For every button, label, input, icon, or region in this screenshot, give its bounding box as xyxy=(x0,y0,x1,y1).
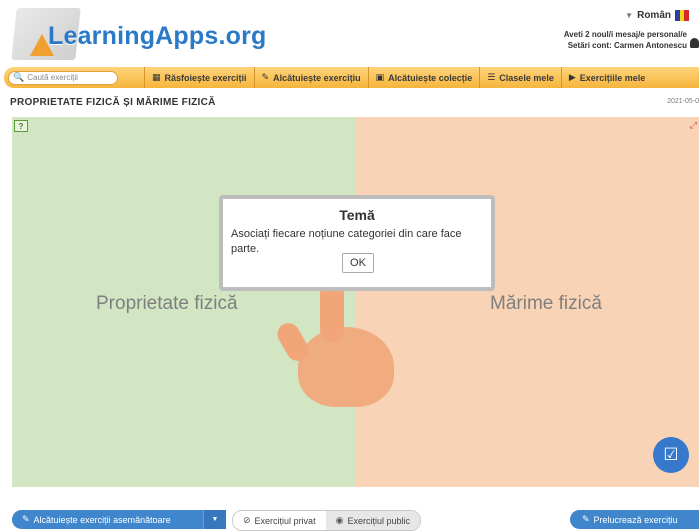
messages-link[interactable]: Aveti 2 noul/i mesaj/e personal/e xyxy=(564,29,687,40)
account-info: Aveti 2 noul/i mesaj/e personal/e Setări… xyxy=(564,29,687,51)
search-icon: 🔍 xyxy=(13,72,25,82)
chevron-down-icon: ▼ xyxy=(625,11,634,20)
account-settings-link[interactable]: Setări cont: Carmen Antonescu xyxy=(564,40,687,51)
pencil-icon: ✎ xyxy=(261,72,270,82)
eye-slash-icon: ⊘ xyxy=(243,515,251,525)
flag-icon xyxy=(675,10,690,21)
private-exercise-button[interactable]: ⊘ Exercițiul privat xyxy=(233,511,326,530)
page-title: PROPRIETATE FIZICĂ ȘI MĂRIME FIZICĂ xyxy=(10,97,216,108)
logo-text: LearningApps.org xyxy=(48,22,267,50)
fullscreen-icon[interactable]: ⤢ xyxy=(690,120,697,131)
main-nav: 🔍 Caută exerciții ▦ Răsfoiește exerciții… xyxy=(4,67,699,88)
nav-my-exercises[interactable]: ▶ Exercițiile mele xyxy=(560,67,652,88)
edit-exercise-label: Prelucrează exercițiu xyxy=(593,514,678,525)
nav-label: Clasele mele xyxy=(499,72,554,83)
grid-icon: ▦ xyxy=(152,72,161,82)
language-label: Român xyxy=(637,10,671,21)
list-icon: ☰ xyxy=(487,72,496,82)
dialog-title: Temă xyxy=(339,207,375,223)
category-left-label: Proprietate fizică xyxy=(96,293,238,314)
hand-icon xyxy=(298,327,394,407)
search-input[interactable]: 🔍 Caută exerciții xyxy=(8,70,118,85)
nav-label: Răsfoiește exerciții xyxy=(164,72,247,83)
nav-browse-exercises[interactable]: ▦ Răsfoiește exerciții xyxy=(144,67,254,88)
caret-down-icon: ▼ xyxy=(211,516,219,523)
checkmark-icon: ☑ xyxy=(663,445,679,464)
check-answer-button[interactable]: ☑ xyxy=(653,437,689,473)
help-icon[interactable]: ? xyxy=(14,120,28,132)
nav-label: Alcătuiește exercițiu xyxy=(273,72,361,83)
title-row: PROPRIETATE FIZICĂ ȘI MĂRIME FIZICĂ 2021… xyxy=(10,97,699,111)
create-similar-dropdown[interactable]: ▼ xyxy=(203,510,226,529)
logo[interactable]: LearningApps.org xyxy=(11,4,274,64)
create-similar-button[interactable]: ✎ Alcătuiește exerciții asemănătoare xyxy=(12,510,224,529)
search-placeholder: Caută exerciții xyxy=(27,73,78,82)
nav-create-exercise[interactable]: ✎ Alcătuiește exercițiu xyxy=(253,67,368,88)
collection-icon: ▣ xyxy=(375,72,385,82)
date-label: 2021-05-0 xyxy=(667,98,699,105)
public-exercise-button[interactable]: ◉ Exercițiul public xyxy=(325,511,420,530)
edit-exercise-button[interactable]: ✎ Prelucrează exercițiu xyxy=(570,510,699,529)
exercise-stage: Proprietate fizică Mărime fizică ? ⤢ xyxy=(12,117,699,487)
create-similar-label: Alcătuiește exerciții asemănătoare xyxy=(33,514,171,525)
pencil-icon: ✎ xyxy=(582,514,590,524)
eye-icon: ◉ xyxy=(335,515,344,525)
task-dialog: Temă Asociați fiecare noțiune categoriei… xyxy=(223,199,491,287)
nav-label: Alcătuiește colecție xyxy=(388,72,473,83)
edit-icon: ✎ xyxy=(22,514,30,524)
nav-my-classes[interactable]: ☰ Clasele mele xyxy=(479,67,561,88)
category-right-label: Mărime fizică xyxy=(490,293,602,314)
private-label: Exercițiul privat xyxy=(254,515,316,526)
ok-button[interactable]: OK xyxy=(342,253,374,273)
language-selector[interactable]: ▼ Român xyxy=(625,10,690,21)
public-label: Exercițiul public xyxy=(347,515,410,526)
folder-icon: ▶ xyxy=(568,72,576,82)
user-icon[interactable] xyxy=(690,38,699,48)
nav-label: Exercițiile mele xyxy=(579,72,646,83)
nav-create-collection[interactable]: ▣ Alcătuiește colecție xyxy=(367,67,480,88)
visibility-toggle: ⊘ Exercițiul privat ◉ Exercițiul public xyxy=(232,510,421,531)
